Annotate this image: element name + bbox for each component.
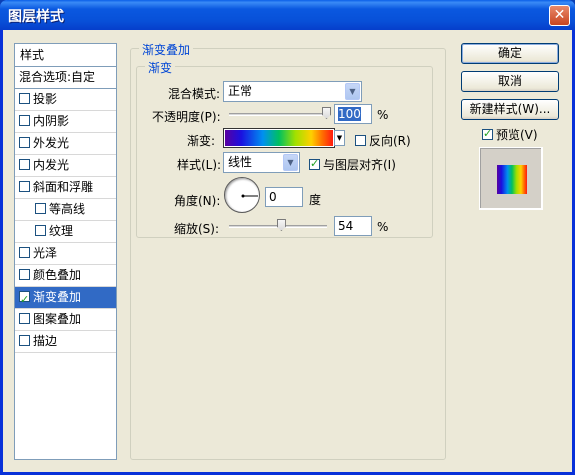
sidebar-item-9[interactable]: 渐变叠加 <box>15 287 116 310</box>
sidebar-item-5[interactable]: 等高线 <box>15 199 116 221</box>
preview-checkbox-row[interactable]: 预览(V) <box>482 126 538 143</box>
sidebar-item-6[interactable]: 纹理 <box>15 221 116 243</box>
style-label: 样式(L): <box>177 158 222 172</box>
blend-mode-select[interactable]: 正常 ▼ <box>223 81 362 102</box>
opacity-slider-thumb[interactable] <box>322 107 331 119</box>
close-icon: ✕ <box>553 7 566 23</box>
sidebar-item-checkbox[interactable] <box>35 203 46 214</box>
sidebar-item-label: 渐变叠加 <box>33 290 82 304</box>
angle-dial[interactable] <box>224 177 260 213</box>
sidebar-item-3[interactable]: 内发光 <box>15 155 116 177</box>
scale-slider-thumb[interactable] <box>276 219 286 231</box>
sidebar-item-label: 图案叠加 <box>33 312 82 326</box>
scale-label: 缩放(S): <box>174 222 220 236</box>
sidebar-item-checkbox[interactable] <box>35 225 46 236</box>
sidebar-item-label: 纹理 <box>49 224 74 238</box>
cancel-button[interactable]: 取消 <box>461 71 559 92</box>
style-list: 样式 混合选项:自定 投影内阴影外发光内发光斜面和浮雕等高线纹理光泽颜色叠加渐变… <box>14 43 117 460</box>
sidebar-item-checkbox[interactable] <box>19 93 30 104</box>
opacity-unit: % <box>377 108 389 122</box>
opacity-value: 100 <box>338 107 361 121</box>
align-checkbox-row[interactable]: 与图层对齐(I) <box>309 156 396 173</box>
sidebar-item-0[interactable]: 投影 <box>15 89 116 111</box>
gradient-overlay-title: 渐变叠加 <box>139 41 194 58</box>
sidebar-item-2[interactable]: 外发光 <box>15 133 116 155</box>
sidebar-item-label: 外发光 <box>33 136 70 150</box>
sidebar-item-checkbox[interactable] <box>19 247 30 258</box>
sidebar-item-8[interactable]: 颜色叠加 <box>15 265 116 287</box>
gradient-preview <box>225 130 333 146</box>
preview-label: 预览(V) <box>496 128 538 142</box>
blend-mode-value: 正常 <box>228 84 253 98</box>
title-bar[interactable]: 图层样式 ✕ <box>0 0 575 30</box>
sidebar-item-checkbox[interactable] <box>19 115 30 126</box>
sidebar-item-4[interactable]: 斜面和浮雕 <box>15 177 116 199</box>
gradient-dropdown-button[interactable]: ▼ <box>334 130 345 146</box>
gradient-label: 渐变: <box>187 134 216 148</box>
sidebar-item-checkbox[interactable] <box>19 269 30 280</box>
sidebar-item-checkbox[interactable] <box>19 335 30 346</box>
sidebar-item-label: 斜面和浮雕 <box>33 180 94 194</box>
align-checkbox[interactable] <box>309 157 320 170</box>
sidebar-item-label: 颜色叠加 <box>33 268 82 282</box>
sidebar-item-label: 等高线 <box>49 202 86 216</box>
align-label: 与图层对齐(I) <box>323 158 396 172</box>
sidebar-item-label: 光泽 <box>33 246 58 260</box>
sidebar-item-11[interactable]: 描边 <box>15 331 116 353</box>
chevron-down-icon: ▼ <box>283 154 298 171</box>
opacity-input[interactable]: 100 <box>334 104 372 124</box>
chevron-down-icon: ▼ <box>345 83 360 100</box>
angle-input[interactable]: 0 <box>265 187 303 207</box>
reverse-label: 反向(R) <box>369 134 411 148</box>
gradient-group: 渐变 混合模式: 正常 ▼ 不透明度(P): 100 % 渐变: ▼ 反向(R)… <box>136 59 433 238</box>
style-select[interactable]: 线性 ▼ <box>223 152 300 173</box>
sidebar-item-checkbox[interactable] <box>19 159 30 170</box>
sidebar-item-checkbox[interactable] <box>19 181 30 192</box>
sidebar-item-checkbox[interactable] <box>19 137 30 148</box>
preview-checkbox[interactable] <box>482 127 493 140</box>
sidebar-item-checkbox[interactable] <box>19 313 30 324</box>
sidebar-item-label: 内发光 <box>33 158 70 172</box>
blend-mode-label: 混合模式: <box>168 87 221 101</box>
sidebar-item-7[interactable]: 光泽 <box>15 243 116 265</box>
scale-input[interactable]: 54 <box>334 216 372 236</box>
close-button[interactable]: ✕ <box>549 5 570 26</box>
reverse-checkbox[interactable] <box>355 135 366 146</box>
window-title: 图层样式 <box>8 9 64 25</box>
sidebar-item-checkbox[interactable] <box>19 289 30 310</box>
reverse-checkbox-row[interactable]: 反向(R) <box>355 132 411 149</box>
preview-swatch <box>497 165 527 194</box>
style-list-header[interactable]: 样式 <box>15 44 116 67</box>
gradient-overlay-group: 渐变叠加 渐变 混合模式: 正常 ▼ 不透明度(P): 100 % 渐变: ▼ … <box>130 41 446 460</box>
angle-unit: 度 <box>309 193 322 207</box>
scale-unit: % <box>377 220 389 234</box>
sidebar-item-10[interactable]: 图案叠加 <box>15 309 116 331</box>
blend-options-item[interactable]: 混合选项:自定 <box>15 67 116 89</box>
angle-label: 角度(N): <box>174 194 221 208</box>
style-value: 线性 <box>228 155 253 169</box>
sidebar-item-label: 描边 <box>33 334 58 348</box>
style-preview <box>479 147 543 210</box>
opacity-slider[interactable] <box>229 113 327 116</box>
sidebar-item-label: 投影 <box>33 92 58 106</box>
sidebar-item-1[interactable]: 内阴影 <box>15 111 116 133</box>
angle-value: 0 <box>269 190 277 204</box>
new-style-button[interactable]: 新建样式(W)... <box>461 99 559 120</box>
gradient-picker[interactable] <box>223 128 335 148</box>
sidebar-item-label: 内阴影 <box>33 114 70 128</box>
gradient-group-title: 渐变 <box>145 59 176 76</box>
angle-indicator <box>241 194 258 198</box>
scale-value: 54 <box>338 219 354 233</box>
layer-style-dialog: 图层样式 ✕ 样式 混合选项:自定 投影内阴影外发光内发光斜面和浮雕等高线纹理光… <box>0 0 575 475</box>
ok-button[interactable]: 确定 <box>461 43 559 64</box>
opacity-label: 不透明度(P): <box>152 110 221 124</box>
